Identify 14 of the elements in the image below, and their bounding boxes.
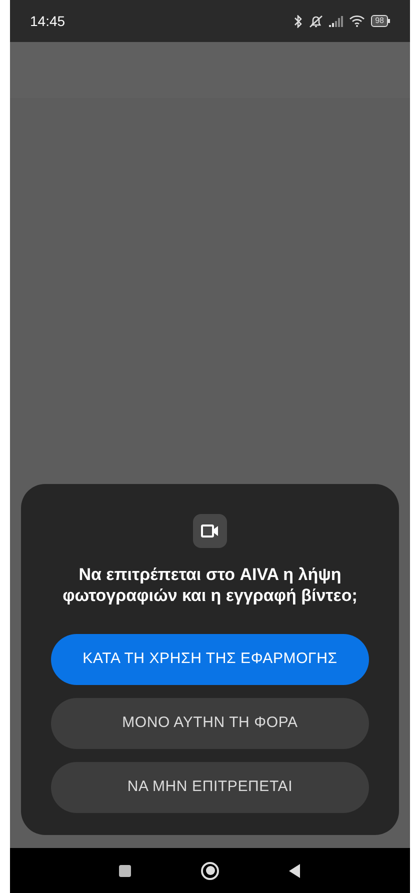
back-icon[interactable] bbox=[289, 864, 301, 878]
video-camera-icon bbox=[193, 514, 227, 548]
signal-icon bbox=[329, 16, 344, 26]
permission-message: Να επιτρέπεται στο AIVA η λήψη φωτογραφιών και η εγγραφή βίντεο; bbox=[62, 564, 358, 606]
home-icon[interactable] bbox=[201, 862, 219, 880]
status-time: 14:45 bbox=[30, 12, 66, 30]
permission-option-button[interactable]: ΚΑΤΑ ΤΗ ΧΡΗΣΗ ΤΗΣ ΕΦΑΡΜΟΓΗΣ bbox=[51, 634, 369, 685]
battery-icon: 98 bbox=[371, 15, 390, 27]
bluetooth-icon bbox=[294, 14, 304, 28]
wifi-icon bbox=[349, 15, 366, 27]
recents-icon[interactable] bbox=[119, 864, 131, 876]
muted-bell-icon bbox=[309, 14, 324, 28]
permission-option-button[interactable]: ΜΟΝΟ ΑΥΤΗΝ ΤΗ ΦΟΡΑ bbox=[51, 698, 369, 749]
permission-option-button[interactable]: ΝΑ ΜΗΝ ΕΠΙΤΡΕΠΕΤΑΙ bbox=[51, 762, 369, 813]
